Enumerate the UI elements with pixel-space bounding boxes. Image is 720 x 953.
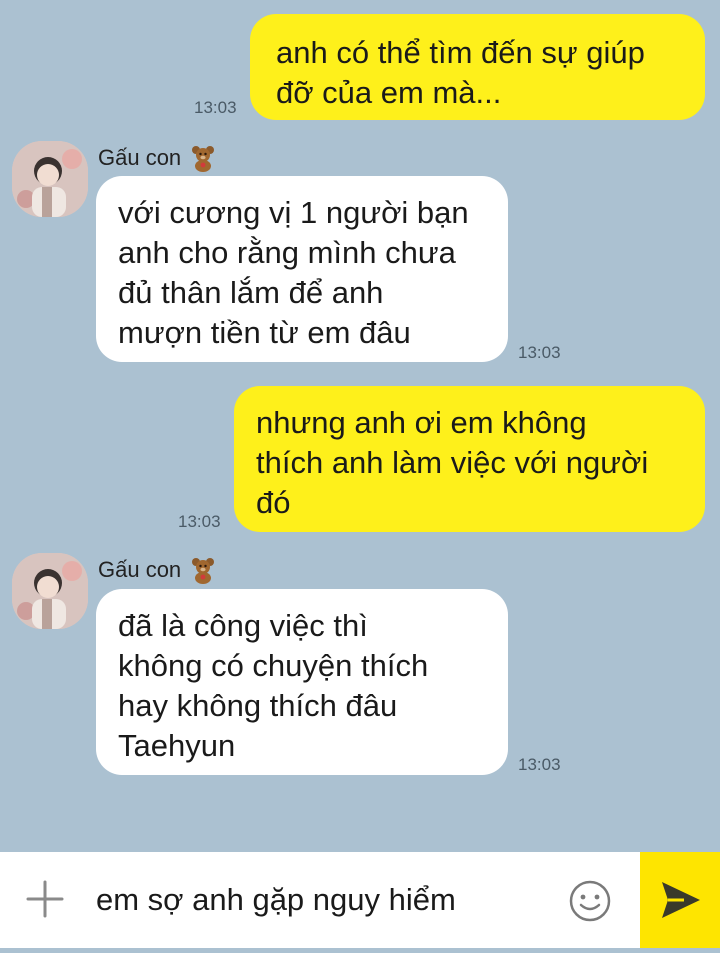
- avatar[interactable]: [12, 553, 88, 629]
- outgoing-message-bubble[interactable]: anh có thể tìm đến sự giúp đỡ của em mà.…: [250, 14, 705, 120]
- sender-name-text: Gấu con: [98, 145, 182, 170]
- sender-name: Gấu con: [98, 144, 217, 172]
- teddy-bear-icon: [192, 146, 215, 172]
- sender-name-text: Gấu con: [98, 557, 182, 582]
- smiley-icon[interactable]: [568, 879, 612, 923]
- outgoing-message-bubble[interactable]: nhưng anh ơi em không thích anh làm việc…: [234, 386, 705, 532]
- teddy-bear-icon: [192, 558, 215, 584]
- message-time: 13:03: [178, 512, 221, 531]
- chat-area[interactable]: 13:03 anh có thể tìm đến sự giúp đỡ của …: [0, 0, 720, 852]
- avatar[interactable]: [12, 141, 88, 217]
- message-time: 13:03: [518, 755, 561, 774]
- incoming-message-bubble[interactable]: với cương vị 1 người bạn anh cho rằng mì…: [96, 176, 508, 362]
- incoming-message-bubble[interactable]: đã là công việc thì không có chuyện thíc…: [96, 589, 508, 775]
- message-time: 13:03: [194, 98, 237, 117]
- sender-name: Gấu con: [98, 556, 217, 584]
- send-button[interactable]: [640, 852, 720, 948]
- message-time: 13:03: [518, 343, 561, 362]
- plus-icon[interactable]: [24, 878, 66, 920]
- message-input-bar: em sợ anh gặp nguy hiểm: [0, 852, 720, 948]
- message-input[interactable]: em sợ anh gặp nguy hiểm: [96, 882, 456, 918]
- send-arrow-icon: [662, 882, 700, 918]
